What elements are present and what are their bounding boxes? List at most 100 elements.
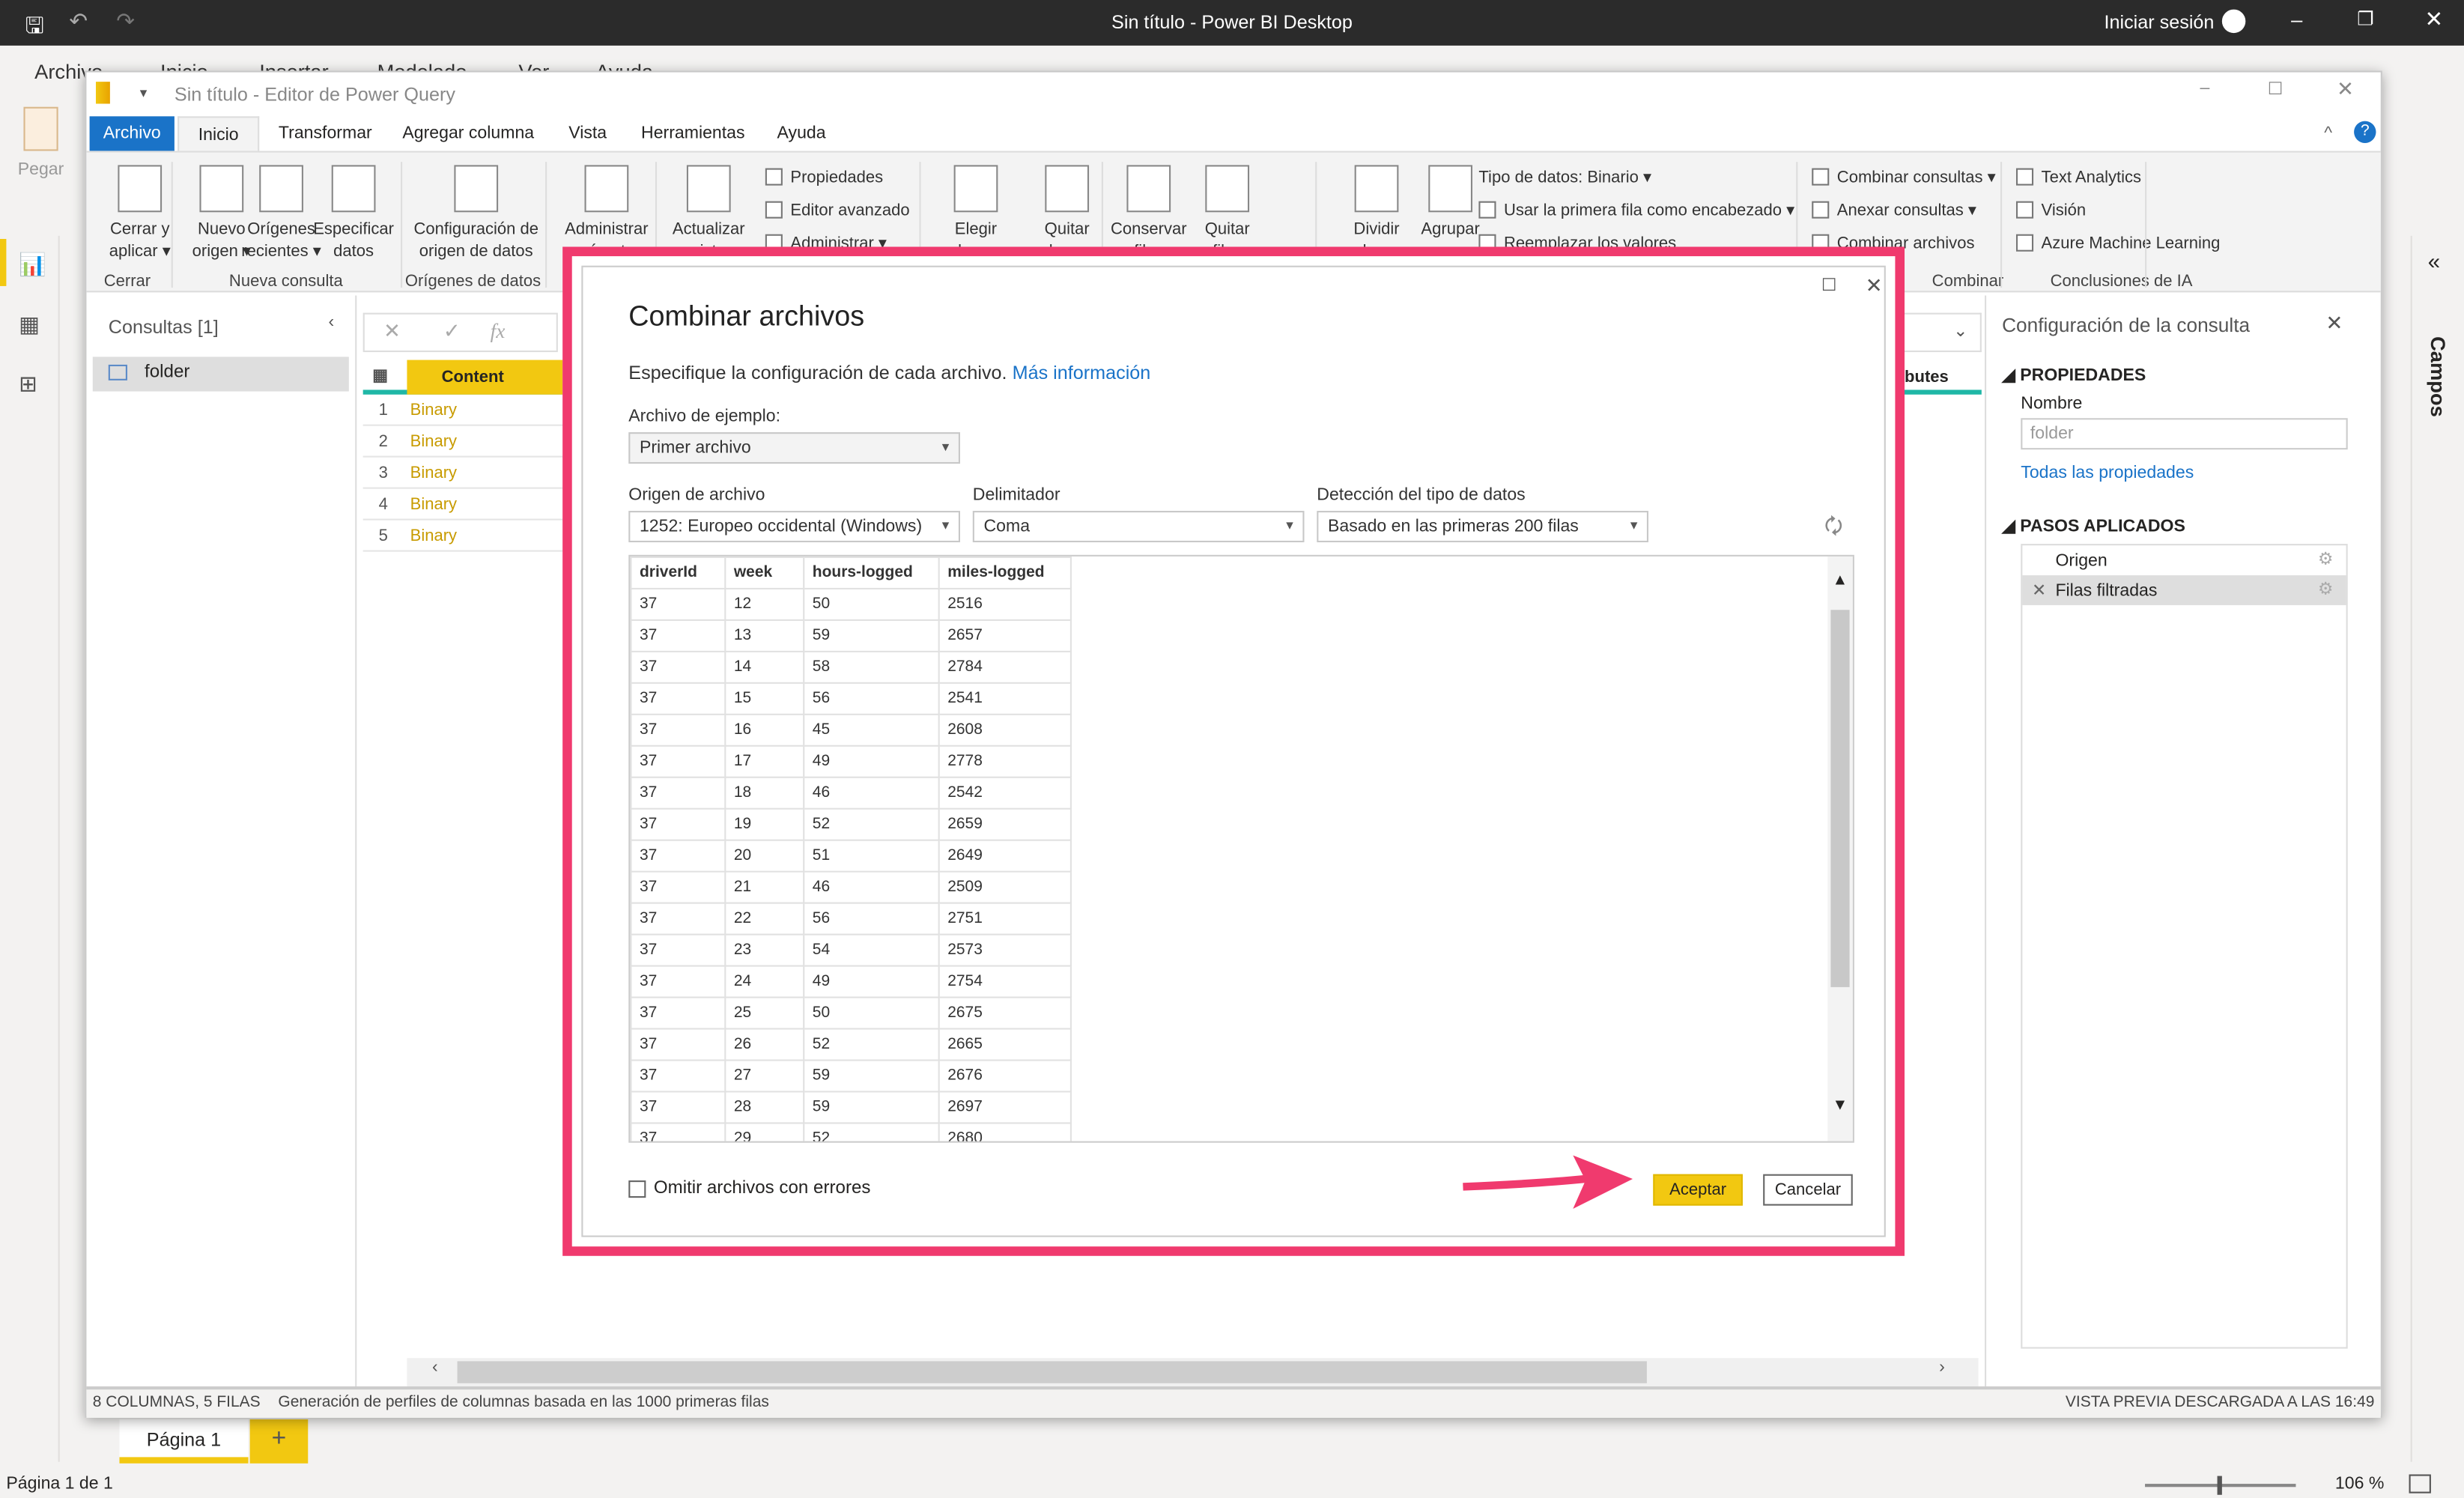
fx-icon[interactable]: fx <box>491 319 506 345</box>
restore-icon[interactable]: ❐ <box>2357 7 2374 29</box>
page-tab[interactable]: Página 1 <box>119 1419 249 1464</box>
scroll-down-icon[interactable]: ▼ <box>1833 1097 1848 1115</box>
enter-data-button[interactable]: Especificar datos <box>313 165 395 262</box>
minimize-icon[interactable]: – <box>2291 7 2302 31</box>
cell-binary[interactable]: Binary <box>410 401 457 419</box>
refresh-preview-icon[interactable]: 🗘 <box>1824 512 1842 547</box>
cell-binary[interactable]: Binary <box>410 464 457 482</box>
close-apply-button[interactable]: Cerrar y aplicar ▾ <box>99 165 180 262</box>
first-row-header-button[interactable]: Usar la primera fila como encabezado ▾ <box>1478 201 1794 220</box>
vision-button[interactable]: Visión <box>2015 201 2086 220</box>
cell-binary[interactable]: Binary <box>410 495 457 514</box>
step-origen[interactable]: Origen ⚙ <box>2022 545 2346 575</box>
data-type-button[interactable]: Tipo de datos: Binario ▾ <box>1478 169 1651 187</box>
column-header-content[interactable]: Content <box>407 360 568 395</box>
gear-icon[interactable]: ⚙ <box>2318 548 2334 569</box>
quick-access-dropdown[interactable]: ▾ <box>140 85 148 102</box>
checkbox-icon[interactable] <box>628 1179 646 1198</box>
collapse-ribbon-icon[interactable]: ^ <box>2324 124 2332 143</box>
table-row[interactable]: 3 Binary <box>362 458 568 489</box>
scroll-thumb[interactable] <box>1830 610 1850 987</box>
sample-file-dropdown[interactable]: Primer archivo <box>628 432 961 464</box>
delimiter-dropdown[interactable]: Coma <box>972 511 1305 543</box>
fit-page-icon[interactable] <box>2409 1474 2431 1494</box>
model-view-icon[interactable]: ⊞ <box>19 371 37 398</box>
azure-ml-button[interactable]: Azure Machine Learning <box>2015 234 2220 253</box>
append-queries-button[interactable]: Anexar consultas ▾ <box>1812 201 1976 220</box>
sign-in-link[interactable]: Iniciar sesión <box>2104 11 2214 33</box>
cell-week: 22 <box>724 902 805 936</box>
column-header-attributes[interactable]: ributes <box>1893 360 1982 395</box>
commit-formula-icon[interactable]: ✓ <box>443 319 461 345</box>
tab-herramientas[interactable]: Herramientas <box>628 116 757 151</box>
table-row[interactable]: 1 Binary <box>362 395 568 426</box>
formula-expand[interactable]: ⌄ <box>1893 312 1982 353</box>
cell-driverId: 37 <box>630 1091 726 1124</box>
query-item-folder[interactable]: folder <box>92 357 349 392</box>
cell-week: 21 <box>724 870 805 904</box>
table-menu-icon[interactable]: ▦ <box>372 366 388 385</box>
collapse-queries-icon[interactable]: ‹ <box>329 313 335 332</box>
chevron-down-icon: ⌄ <box>1953 322 1968 342</box>
merge-queries-icon <box>1812 168 1830 186</box>
help-icon[interactable]: ? <box>2354 121 2376 143</box>
pq-minimize-icon[interactable]: – <box>2200 79 2209 97</box>
all-properties-link[interactable]: Todas las propiedades <box>2021 464 2194 482</box>
file-origin-dropdown[interactable]: 1252: Europeo occidental (Windows) <box>628 511 961 543</box>
cell-week: 25 <box>724 996 805 1030</box>
report-view-icon[interactable]: 📊 <box>19 252 46 279</box>
more-info-link[interactable]: Más información <box>1013 362 1151 383</box>
pq-maximize-icon[interactable]: ☐ <box>2268 79 2284 99</box>
table-row[interactable]: 4 Binary <box>362 489 568 521</box>
add-page-button[interactable]: + <box>249 1419 309 1464</box>
window-title: Sin título - Power BI Desktop <box>1111 10 1353 34</box>
gear-icon[interactable]: ⚙ <box>2318 578 2334 598</box>
skip-errors-checkbox[interactable]: Omitir archivos con errores <box>628 1179 871 1198</box>
type-detection-dropdown[interactable]: Basado en las primeras 200 filas <box>1317 511 1649 543</box>
button-label: Actualizar <box>672 219 745 239</box>
scroll-up-icon[interactable]: ▲ <box>1833 572 1848 589</box>
close-settings-icon[interactable]: ✕ <box>2325 312 2343 337</box>
fields-pane-collapsed[interactable]: « Campos <box>2410 235 2464 1462</box>
table-row[interactable]: 5 Binary <box>362 521 568 552</box>
delete-step-icon[interactable]: ✕ <box>2032 580 2046 600</box>
pq-close-icon[interactable]: ✕ <box>2337 77 2354 103</box>
merge-queries-button[interactable]: Combinar consultas ▾ <box>1812 168 1996 187</box>
text-analytics-button[interactable]: Text Analytics <box>2015 168 2141 187</box>
tab-transformar[interactable]: Transformar <box>262 116 388 151</box>
power-bi-desktop-window: 🖫 ↶ ↷ Sin título - Power BI Desktop Inic… <box>0 0 2464 1498</box>
cell-week: 23 <box>724 933 805 967</box>
recent-sources-button[interactable]: Orígenes recientes ▾ <box>240 165 322 262</box>
horizontal-scrollbar[interactable]: ‹ › <box>407 1358 1979 1386</box>
scroll-right-icon[interactable]: › <box>1939 1358 1945 1377</box>
step-filas-filtradas[interactable]: ✕ Filas filtradas ⚙ <box>2022 575 2346 605</box>
dialog-close-icon[interactable]: ✕ <box>1866 273 1883 299</box>
status-profiling[interactable]: Generación de perfiles de columnas basad… <box>278 1394 768 1411</box>
cell-miles-logged: 2608 <box>938 713 1072 747</box>
table-row[interactable]: 2 Binary <box>362 426 568 458</box>
query-name-input[interactable]: folder <box>2021 418 2348 450</box>
tab-inicio[interactable]: Inicio <box>177 116 260 151</box>
tab-vista[interactable]: Vista <box>551 116 624 151</box>
ok-button[interactable]: Aceptar <box>1653 1174 1743 1206</box>
data-source-settings-button[interactable]: Configuración de origen de datos <box>410 165 542 262</box>
dialog-maximize-icon[interactable]: ☐ <box>1821 275 1837 295</box>
tab-ayuda[interactable]: Ayuda <box>762 116 841 151</box>
tab-archivo[interactable]: Archivo <box>89 116 175 151</box>
close-icon[interactable]: ✕ <box>2425 6 2444 33</box>
scroll-left-icon[interactable]: ‹ <box>432 1358 438 1377</box>
cell-binary[interactable]: Binary <box>410 432 457 451</box>
data-view-icon[interactable]: ▦ <box>19 312 40 339</box>
cancel-button[interactable]: Cancelar <box>1763 1174 1853 1206</box>
scroll-thumb[interactable] <box>457 1361 1647 1383</box>
cancel-formula-icon[interactable]: ✕ <box>383 319 401 345</box>
tab-agregar-columna[interactable]: Agregar columna <box>389 116 547 151</box>
avatar[interactable] <box>2221 9 2246 34</box>
properties-button[interactable]: Propiedades <box>765 168 883 187</box>
paste-button[interactable]: Pegar <box>13 106 70 179</box>
expand-icon[interactable]: « <box>2428 249 2440 274</box>
cell-binary[interactable]: Binary <box>410 527 457 545</box>
zoom-slider[interactable] <box>2145 1476 2296 1495</box>
vertical-scrollbar[interactable]: ▲ ▼ <box>1827 556 1853 1141</box>
advanced-editor-button[interactable]: Editor avanzado <box>765 201 910 220</box>
